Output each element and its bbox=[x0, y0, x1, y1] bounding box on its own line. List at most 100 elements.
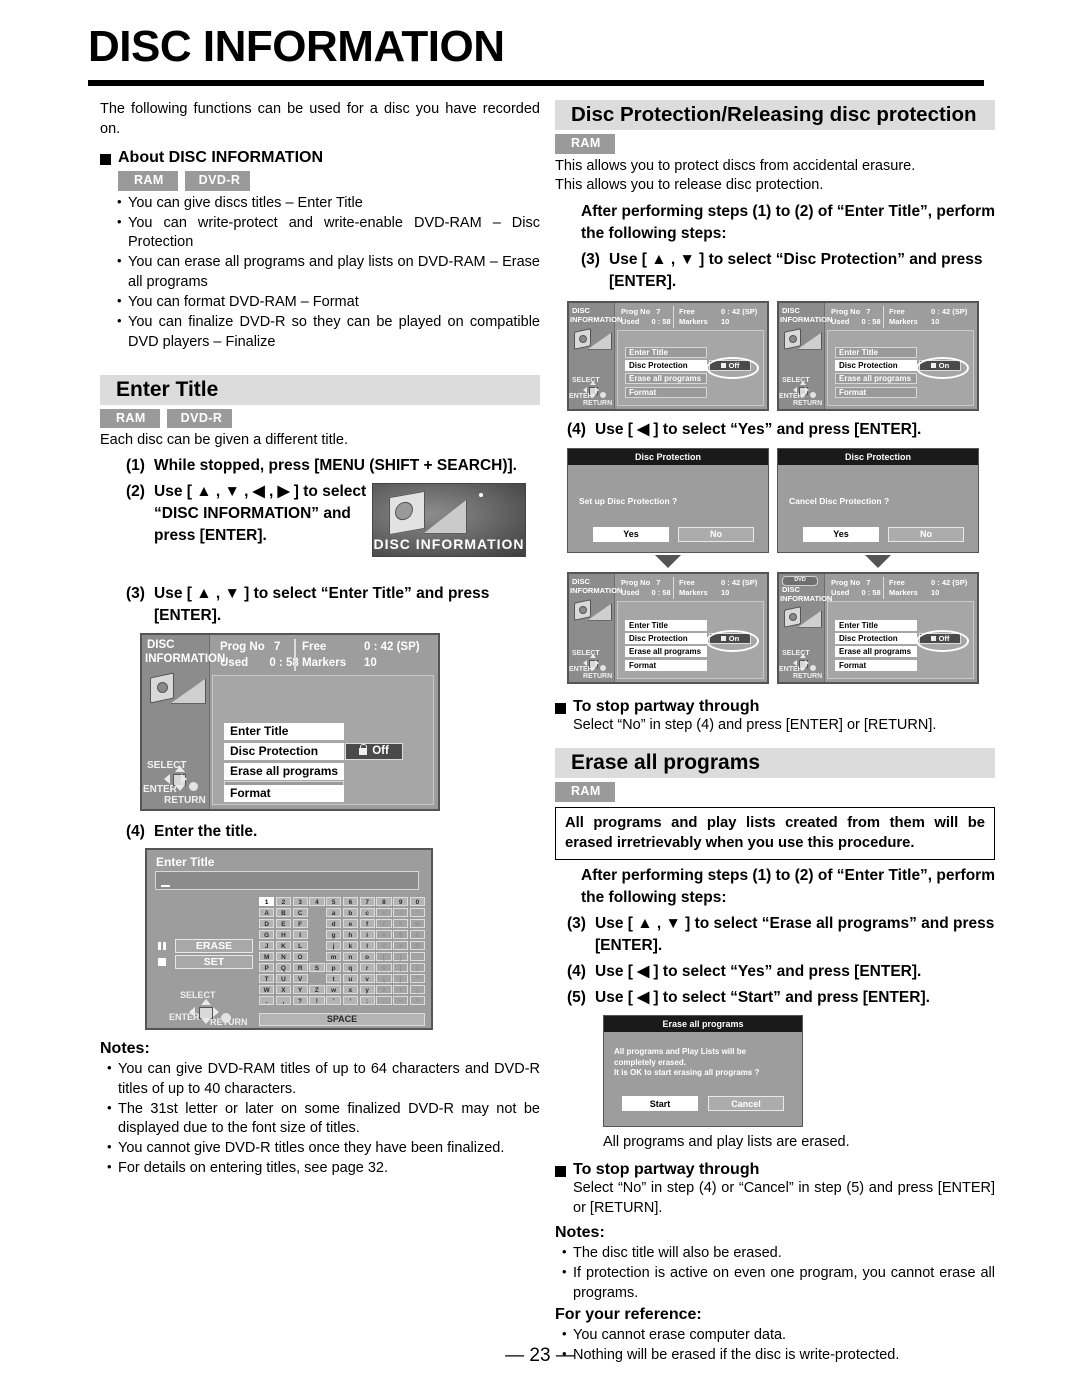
keyboard-key[interactable]: q bbox=[342, 962, 358, 973]
keyboard-key[interactable]: j bbox=[326, 940, 342, 951]
title-input-field[interactable] bbox=[155, 870, 419, 890]
keyboard-key[interactable]: E bbox=[275, 918, 291, 929]
keyboard-key[interactable]: # bbox=[376, 929, 392, 940]
keyboard-key[interactable]: l bbox=[359, 940, 375, 951]
keyboard-key[interactable]: w bbox=[326, 984, 342, 995]
keyboard-key[interactable]: V bbox=[292, 973, 308, 984]
keyboard-key[interactable]: Q bbox=[275, 962, 291, 973]
keyboard-key[interactable]: { bbox=[376, 973, 392, 984]
keyboard-key[interactable]: s bbox=[376, 962, 392, 973]
menu-item-format[interactable]: Format bbox=[625, 386, 707, 398]
yes-button[interactable]: Yes bbox=[593, 526, 669, 542]
keyboard-key[interactable]: Z bbox=[309, 984, 325, 995]
keyboard-key[interactable]: y bbox=[359, 984, 375, 995]
keyboard-key[interactable]: ) bbox=[409, 962, 425, 973]
keyboard-key[interactable]: L bbox=[292, 940, 308, 951]
keyboard-key[interactable]: ( bbox=[393, 962, 409, 973]
keyboard-key[interactable]: \ bbox=[393, 984, 409, 995]
keyboard-key[interactable]: 1 bbox=[259, 896, 275, 907]
keyboard-key[interactable]: ? bbox=[292, 995, 308, 1006]
keyboard-key[interactable]: 7 bbox=[359, 896, 375, 907]
no-button[interactable]: No bbox=[678, 526, 754, 542]
keyboard-key[interactable]: / bbox=[376, 918, 392, 929]
cancel-button[interactable]: Cancel bbox=[708, 1096, 784, 1112]
menu-item-erase-all-programs[interactable]: Erase all programs bbox=[224, 762, 344, 780]
keyboard-key[interactable]: g bbox=[326, 929, 342, 940]
keyboard-key[interactable]: < bbox=[376, 940, 392, 951]
keyboard-key[interactable]: C bbox=[292, 907, 308, 918]
keyboard-key[interactable]: ; bbox=[376, 995, 392, 1006]
keyboard-key[interactable]: % bbox=[409, 918, 425, 929]
keyboard-key[interactable]: P bbox=[259, 962, 275, 973]
keyboard-key[interactable]: 3 bbox=[292, 896, 308, 907]
menu-item-disc-protection[interactable]: Disc Protection bbox=[224, 742, 344, 760]
keyboard-key[interactable]: ! bbox=[309, 995, 325, 1006]
keyboard-key[interactable]: X bbox=[275, 984, 291, 995]
keyboard-key[interactable]: f bbox=[359, 918, 375, 929]
keyboard-key[interactable]: 0 bbox=[409, 896, 425, 907]
keyboard-key[interactable]: & bbox=[409, 929, 425, 940]
keyboard-key[interactable]: W bbox=[259, 984, 275, 995]
keyboard-key[interactable]: p bbox=[326, 962, 342, 973]
keyboard-key[interactable]: M bbox=[259, 951, 275, 962]
keyboard-key[interactable]: [ bbox=[376, 951, 392, 962]
set-button[interactable]: SET bbox=[175, 954, 253, 969]
keyboard-key[interactable]: A bbox=[259, 907, 275, 918]
menu-item-format[interactable]: Format bbox=[625, 659, 707, 671]
keyboard-key[interactable]: J bbox=[259, 940, 275, 951]
menu-item-disc-protection[interactable]: Disc Protection bbox=[625, 359, 707, 371]
menu-item-erase-all-programs[interactable]: Erase all programs bbox=[625, 645, 707, 657]
disc-protection-toggle[interactable]: Off bbox=[345, 742, 403, 760]
menu-item-erase-all-programs[interactable]: Erase all programs bbox=[625, 372, 707, 384]
keyboard-key[interactable]: * bbox=[409, 907, 425, 918]
keyboard-key[interactable]: = bbox=[393, 918, 409, 929]
character-keyboard-grid[interactable]: 1 2 3 4 5 6 7 8 9 0 A B Ca b c + – * D E Fd e f / =% G H Ig h i # $ & J K L… bbox=[259, 896, 425, 1006]
keyboard-key[interactable]: 8 bbox=[376, 896, 392, 907]
keyboard-key[interactable]: u bbox=[342, 973, 358, 984]
keyboard-key[interactable]: ^ bbox=[409, 995, 425, 1006]
keyboard-key[interactable]: K bbox=[275, 940, 291, 951]
keyboard-key[interactable]: o bbox=[359, 951, 375, 962]
keyboard-key[interactable]: , bbox=[275, 995, 291, 1006]
no-button[interactable]: No bbox=[888, 526, 964, 542]
menu-item-disc-protection[interactable]: Disc Protection bbox=[835, 359, 917, 371]
keyboard-key[interactable]: h bbox=[342, 929, 358, 940]
keyboard-key[interactable]: m bbox=[326, 951, 342, 962]
keyboard-key[interactable]: ] bbox=[393, 951, 409, 962]
keyboard-key[interactable]: k bbox=[342, 940, 358, 951]
keyboard-key[interactable]: r bbox=[359, 962, 375, 973]
menu-item-enter-title[interactable]: Enter Title bbox=[224, 722, 344, 740]
menu-item-format[interactable]: Format bbox=[224, 784, 344, 802]
keyboard-key[interactable]: $ bbox=[393, 929, 409, 940]
menu-item-enter-title[interactable]: Enter Title bbox=[625, 619, 707, 631]
start-button[interactable]: Start bbox=[622, 1096, 698, 1112]
yes-button[interactable]: Yes bbox=[803, 526, 879, 542]
keyboard-key[interactable]: T bbox=[259, 973, 275, 984]
keyboard-key[interactable]: n bbox=[342, 951, 358, 962]
keyboard-key[interactable]: b bbox=[342, 907, 358, 918]
keyboard-key[interactable]: ‘ bbox=[342, 995, 358, 1006]
keyboard-key[interactable]: i bbox=[359, 929, 375, 940]
menu-item-enter-title[interactable]: Enter Title bbox=[835, 619, 917, 631]
keyboard-key[interactable]: I bbox=[292, 929, 308, 940]
keyboard-key[interactable]: z bbox=[376, 984, 392, 995]
menu-item-erase-all-programs[interactable]: Erase all programs bbox=[835, 645, 917, 657]
keyboard-key[interactable]: U bbox=[275, 973, 291, 984]
erase-button[interactable]: ERASE bbox=[175, 938, 253, 953]
keyboard-key[interactable]: 4 bbox=[309, 896, 325, 907]
keyboard-key[interactable]: x bbox=[342, 984, 358, 995]
keyboard-key[interactable]: N bbox=[275, 951, 291, 962]
menu-item-disc-protection[interactable]: Disc Protection bbox=[835, 632, 917, 644]
keyboard-key[interactable]: d bbox=[326, 918, 342, 929]
keyboard-key[interactable]: 2 bbox=[275, 896, 291, 907]
keyboard-key[interactable]: } bbox=[393, 973, 409, 984]
keyboard-key[interactable]: + bbox=[376, 907, 392, 918]
menu-item-format[interactable]: Format bbox=[835, 386, 917, 398]
keyboard-key[interactable]: Y bbox=[292, 984, 308, 995]
keyboard-key[interactable]: F bbox=[292, 918, 308, 929]
keyboard-key[interactable]: > bbox=[393, 940, 409, 951]
keyboard-key[interactable]: " bbox=[409, 973, 425, 984]
menu-item-enter-title[interactable]: Enter Title bbox=[835, 346, 917, 358]
keyboard-key[interactable]: – bbox=[393, 907, 409, 918]
keyboard-key[interactable]: : bbox=[359, 995, 375, 1006]
